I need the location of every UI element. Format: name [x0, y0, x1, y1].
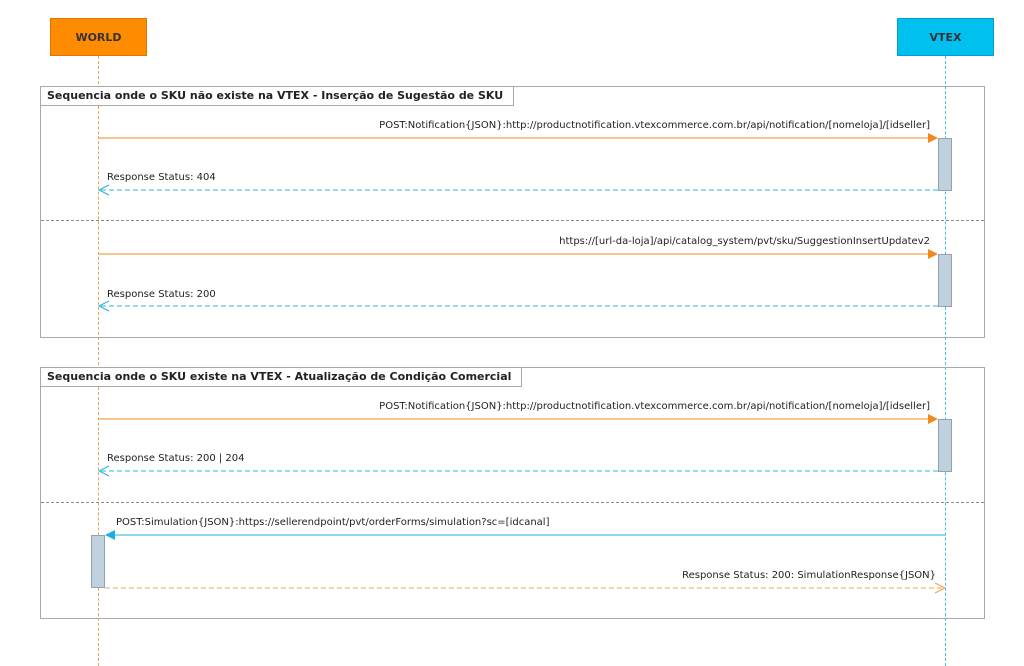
message-arrows — [97, 133, 947, 594]
arrowhead-filled — [105, 530, 115, 540]
message-label: POST:Notification{JSON}:http://productno… — [379, 401, 930, 412]
arrowhead-filled — [928, 414, 938, 424]
arrowhead-filled — [928, 133, 938, 143]
message-label: Response Status: 404 — [107, 172, 216, 183]
message-label: Response Status: 200 — [107, 289, 216, 300]
message-label: POST:Simulation{JSON}:https://sellerendp… — [116, 517, 550, 528]
message-label: POST:Notification{JSON}:http://productno… — [379, 120, 930, 131]
arrowhead-filled — [928, 249, 938, 259]
message-label: Response Status: 200 | 204 — [107, 453, 245, 464]
message-label: Response Status: 200: SimulationResponse… — [682, 570, 936, 581]
message-label: https://[url-da-loja]/api/catalog_system… — [559, 236, 930, 247]
